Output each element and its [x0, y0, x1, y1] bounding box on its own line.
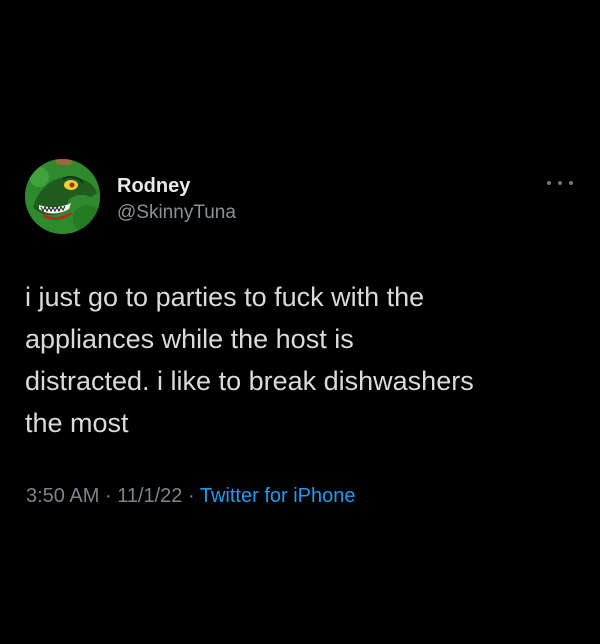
- tweet-source-link[interactable]: Twitter for iPhone: [200, 485, 356, 507]
- tweet-time[interactable]: 3:50 AM: [26, 485, 99, 507]
- user-handle[interactable]: @SkinnyTuna: [117, 201, 236, 225]
- tweet-text: i just go to parties to fuck with the ap…: [25, 282, 474, 438]
- tweet: Rodney @SkinnyTuna i just go to parties …: [0, 0, 600, 644]
- green-dinosaur-avatar-icon: [25, 159, 100, 234]
- tweet-metadata: 3:50 AM · 11/1/22 · Twitter for iPhone: [26, 483, 356, 509]
- display-name[interactable]: Rodney: [117, 174, 190, 198]
- more-dot: [569, 181, 573, 185]
- more-options-icon[interactable]: [547, 176, 573, 190]
- separator: ·: [104, 485, 112, 507]
- tweet-date[interactable]: 11/1/22: [117, 485, 182, 507]
- separator: ·: [188, 485, 195, 507]
- more-dot: [547, 181, 551, 185]
- more-dot: [558, 181, 562, 185]
- avatar[interactable]: [25, 159, 100, 234]
